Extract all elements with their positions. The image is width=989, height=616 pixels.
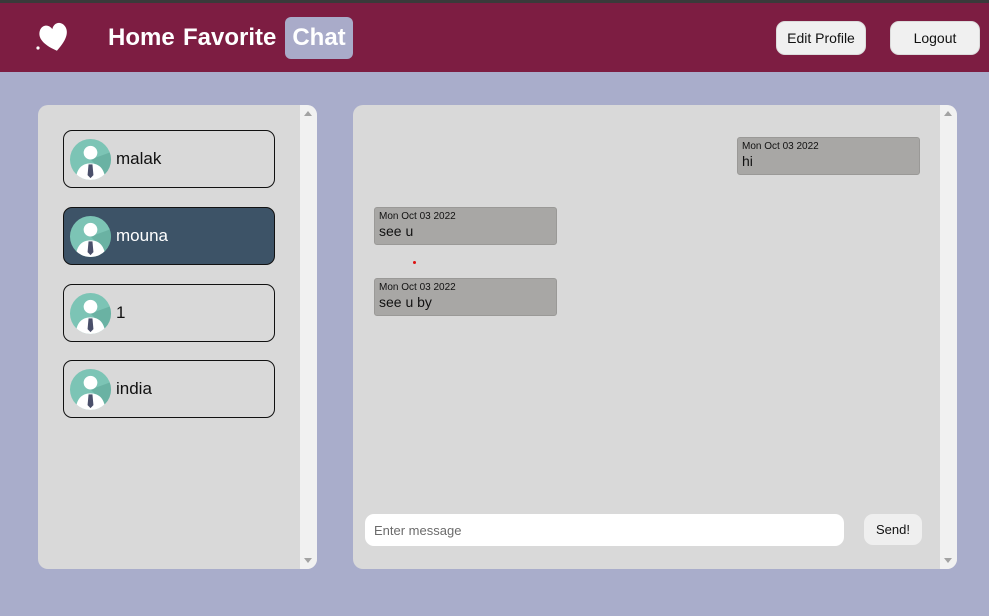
user-avatar-icon — [69, 138, 112, 181]
message-bubble-received: Mon Oct 03 2022 see u by — [374, 278, 557, 316]
message-bubble-sent: Mon Oct 03 2022 hi — [737, 137, 920, 175]
scroll-up-arrow-icon[interactable] — [304, 111, 312, 116]
message-text: see u by — [379, 294, 432, 310]
send-button[interactable]: Send! — [864, 514, 922, 545]
chat-panel: Mon Oct 03 2022 hi Mon Oct 03 2022 see u… — [353, 105, 957, 569]
user-avatar-icon — [69, 215, 112, 258]
cursor-dot — [413, 261, 416, 264]
user-avatar-icon — [69, 368, 112, 411]
message-text: hi — [742, 153, 753, 169]
contact-item-mouna[interactable]: mouna — [63, 207, 275, 265]
message-text: see u — [379, 223, 414, 239]
contact-item-india[interactable]: india — [63, 360, 275, 418]
user-avatar-icon — [69, 292, 112, 335]
contact-name: mouna — [116, 226, 168, 245]
message-date: Mon Oct 03 2022 — [379, 282, 456, 293]
scroll-up-arrow-icon[interactable] — [944, 111, 952, 116]
contact-item-1[interactable]: 1 — [63, 284, 275, 342]
logout-button[interactable]: Logout — [890, 21, 980, 55]
nav-home-link[interactable]: Home — [108, 17, 175, 59]
edit-profile-button[interactable]: Edit Profile — [776, 21, 866, 55]
message-input[interactable] — [365, 514, 844, 546]
scroll-down-arrow-icon[interactable] — [944, 558, 952, 563]
chat-scrollbar[interactable] — [940, 105, 957, 569]
contact-name: 1 — [116, 303, 126, 322]
heart-logo-icon[interactable] — [34, 17, 74, 57]
contacts-scrollbar[interactable] — [300, 105, 317, 569]
nav-favorite-link[interactable]: Favorite — [183, 17, 276, 59]
message-date: Mon Oct 03 2022 — [379, 211, 456, 222]
contacts-panel: malak mouna 1 india — [38, 105, 317, 569]
message-date: Mon Oct 03 2022 — [742, 141, 819, 152]
contact-item-malak[interactable]: malak — [63, 130, 275, 188]
navbar: Home Favorite Chat Edit Profile Logout — [0, 3, 989, 72]
message-bubble-received: Mon Oct 03 2022 see u — [374, 207, 557, 245]
nav-chat-link[interactable]: Chat — [285, 17, 353, 59]
scroll-down-arrow-icon[interactable] — [304, 558, 312, 563]
contact-name: india — [116, 379, 152, 398]
contact-name: malak — [116, 149, 162, 168]
